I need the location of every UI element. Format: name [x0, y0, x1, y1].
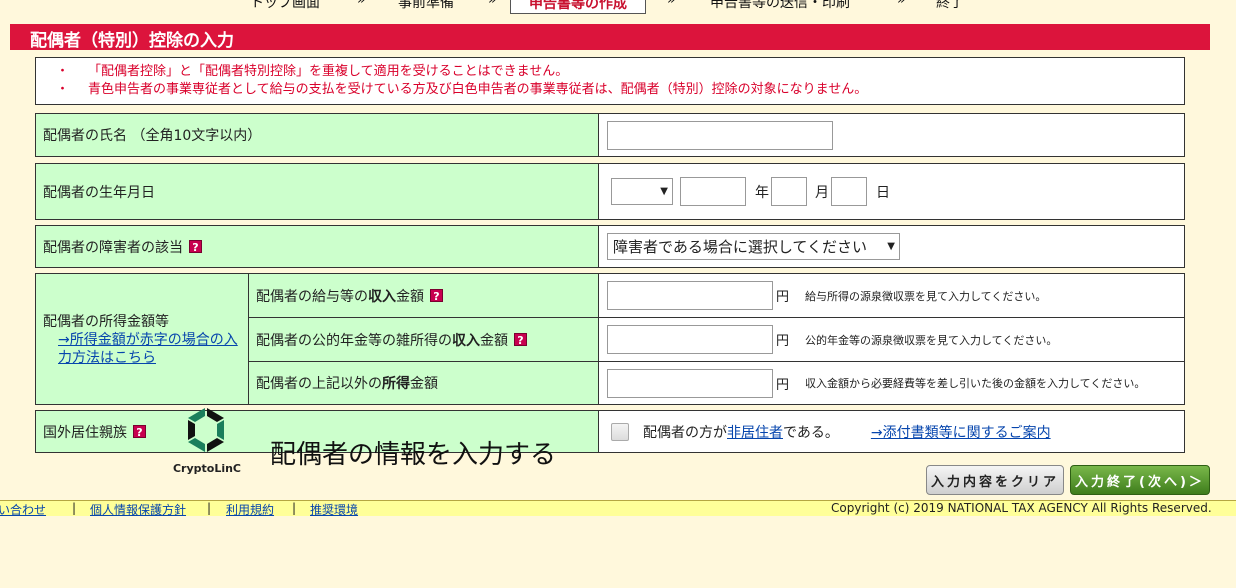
footer: 問い合わせ | 個人情報保護方針 | 利用規約 | 推奨環境 Copyright…: [0, 500, 1236, 518]
era-select[interactable]: ▼: [611, 178, 673, 205]
disability-cell: 障害者である場合に選択してください ▼: [598, 225, 1185, 268]
step-arrow: »: [897, 0, 906, 8]
salary-cell: 円 給与所得の源泉徴収票を見て入力してください。: [598, 273, 1185, 318]
pension-label: 配偶者の公的年金等の雑所得の収入金額 ?: [248, 317, 599, 362]
pension-hint: 公的年金等の源泉徴収票を見て入力してください。: [805, 333, 1058, 347]
step-create-return[interactable]: 申告書等の作成: [510, 0, 646, 14]
name-cell: [598, 113, 1185, 157]
yen-unit: 円: [776, 290, 790, 305]
help-icon[interactable]: ?: [189, 240, 202, 254]
birth-month-input[interactable]: [771, 177, 807, 206]
name-label: 配偶者の氏名 （全角10文字以内）: [35, 113, 599, 157]
notice-text: 青色申告者の事業専従者として給与の支払を受けている方及び白色申告者の事業専従者は…: [88, 82, 868, 97]
disability-select[interactable]: 障害者である場合に選択してください ▼: [607, 233, 900, 260]
notice-line: ・ 青色申告者の事業専従者として給与の支払を受けている方及び白色申告者の事業専従者…: [56, 81, 1184, 99]
salary-label: 配偶者の給与等の収入金額 ?: [248, 273, 599, 318]
footer-link-contact[interactable]: 問い合わせ: [0, 501, 46, 518]
other-income-label-text: 配偶者の上記以外の所得金額: [256, 376, 438, 392]
step-arrow: »: [488, 0, 497, 8]
birth-day-input[interactable]: [831, 177, 867, 206]
day-unit: 日: [876, 184, 890, 201]
footer-link-environment[interactable]: 推奨環境: [310, 501, 358, 518]
nonresident-checkbox[interactable]: [611, 422, 629, 441]
abroad-label-text: 国外居住親族: [43, 424, 127, 441]
footer-link-privacy[interactable]: 個人情報保護方針: [90, 501, 186, 518]
logo-text: CryptoLinC: [172, 462, 242, 475]
disability-label-text: 配偶者の障害者の該当: [43, 239, 183, 256]
name-label-text: 配偶者の氏名 （全角10文字以内）: [43, 128, 262, 144]
income-group-label-text: 配偶者の所得金額等: [43, 314, 169, 330]
step-arrow: »: [357, 0, 366, 8]
other-income-cell: 円 収入金額から必要経費等を差し引いた後の金額を入力してください。: [598, 361, 1185, 405]
footer-separator: |: [292, 501, 297, 515]
cryptolinc-logo: CryptoLinC: [172, 406, 242, 475]
income-group-label: 配偶者の所得金額等 →所得金額が赤字の場合の入力方法はこちら: [35, 273, 249, 405]
pension-label-text: 配偶者の公的年金等の雑所得の収入金額: [256, 332, 508, 349]
step-navigation: トップ画面 » 事前準備 » 申告書等の作成 » 申告書等の送信・印刷 » 終了: [0, 0, 1236, 16]
footer-separator: |: [207, 501, 212, 515]
month-unit: 月: [815, 184, 829, 201]
help-icon[interactable]: ?: [133, 425, 146, 439]
pension-income-input[interactable]: [607, 325, 773, 354]
page-title: 配偶者（特別）控除の入力: [10, 24, 1210, 51]
notice-box: ・ 「配偶者控除」と「配偶者特別控除」を重複して適用を受けることはできません。 ・…: [35, 57, 1185, 105]
salary-label-text: 配偶者の給与等の収入金額: [256, 288, 424, 305]
disability-select-value: 障害者である場合に選択してください: [613, 238, 867, 256]
pension-cell: 円 公的年金等の源泉徴収票を見て入力してください。: [598, 317, 1185, 362]
nonresident-link[interactable]: 非居住者: [727, 425, 783, 441]
other-income-input[interactable]: [607, 368, 773, 398]
attachment-guide-link[interactable]: →添付書類等に関するご案内: [871, 422, 1051, 442]
birth-label: 配偶者の生年月日: [35, 163, 599, 220]
notice-bullet: ・: [56, 64, 70, 79]
spouse-name-input[interactable]: [607, 120, 833, 150]
salary-income-input[interactable]: [607, 281, 773, 310]
salary-hint: 給与所得の源泉徴収票を見て入力してください。: [805, 289, 1047, 303]
yen-unit: 円: [776, 334, 790, 349]
chevron-down-icon: ▼: [887, 241, 895, 252]
deficit-help-link[interactable]: →所得金額が赤字の場合の入力方法はこちら: [58, 331, 243, 367]
year-unit: 年: [755, 184, 769, 201]
notice-line: ・ 「配偶者控除」と「配偶者特別控除」を重複して適用を受けることはできません。: [56, 63, 1184, 81]
yen-unit: 円: [776, 377, 790, 393]
step-top[interactable]: トップ画面: [250, 0, 320, 12]
notice-text: 「配偶者控除」と「配偶者特別控除」を重複して適用を受けることはできません。: [88, 64, 569, 79]
finish-input-button[interactable]: 入力終了(次へ)＞: [1070, 465, 1210, 495]
footer-link-terms[interactable]: 利用規約: [226, 501, 274, 518]
birth-label-text: 配偶者の生年月日: [43, 184, 155, 201]
step-preparation[interactable]: 事前準備: [398, 0, 454, 12]
clear-input-button[interactable]: 入力内容をクリア: [926, 465, 1064, 495]
step-finish[interactable]: 終了: [936, 0, 964, 12]
help-icon[interactable]: ?: [514, 333, 527, 347]
help-icon[interactable]: ?: [430, 289, 443, 303]
other-income-hint: 収入金額から必要経費等を差し引いた後の金額を入力してください。: [805, 377, 1146, 390]
overlay-caption: 配偶者の情報を入力する: [270, 440, 557, 470]
nonresident-text: 配偶者の方が非居住者である。: [643, 424, 839, 441]
abroad-cell: 配偶者の方が非居住者である。 →添付書類等に関するご案内: [598, 410, 1185, 453]
footer-separator: |: [72, 501, 77, 515]
copyright: Copyright (c) 2019 NATIONAL TAX AGENCY A…: [831, 501, 1212, 515]
notice-bullet: ・: [56, 82, 70, 97]
chevron-down-icon: ▼: [660, 186, 668, 197]
step-arrow: »: [667, 0, 676, 8]
other-income-label: 配偶者の上記以外の所得金額: [248, 361, 599, 405]
logo-mark-icon: [188, 408, 224, 452]
birth-year-input[interactable]: [680, 177, 746, 206]
disability-label: 配偶者の障害者の該当 ?: [35, 225, 599, 268]
birth-cell: ▼ 年 月 日: [598, 163, 1185, 220]
step-send-print[interactable]: 申告書等の送信・印刷: [710, 0, 850, 12]
